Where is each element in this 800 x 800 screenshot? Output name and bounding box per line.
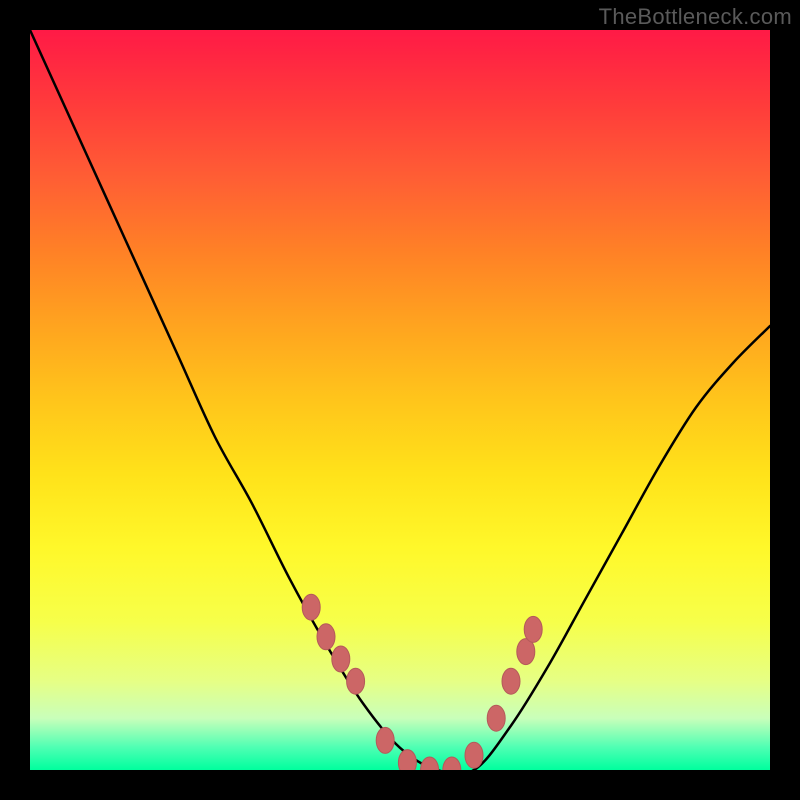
curve-marker <box>502 668 520 694</box>
curve-marker <box>398 750 416 770</box>
curve-marker <box>487 705 505 731</box>
plot-area <box>30 30 770 770</box>
curve-markers <box>302 594 542 770</box>
watermark-text: TheBottleneck.com <box>599 4 792 30</box>
bottleneck-curve <box>30 30 770 770</box>
curve-marker <box>443 757 461 770</box>
curve-marker <box>465 742 483 768</box>
curve-marker <box>376 727 394 753</box>
curve-marker <box>332 646 350 672</box>
curve-marker <box>524 616 542 642</box>
curve-marker <box>302 594 320 620</box>
curve-marker <box>347 668 365 694</box>
chart-frame: TheBottleneck.com <box>0 0 800 800</box>
curve-marker <box>317 624 335 650</box>
curve-svg <box>30 30 770 770</box>
curve-marker <box>421 757 439 770</box>
